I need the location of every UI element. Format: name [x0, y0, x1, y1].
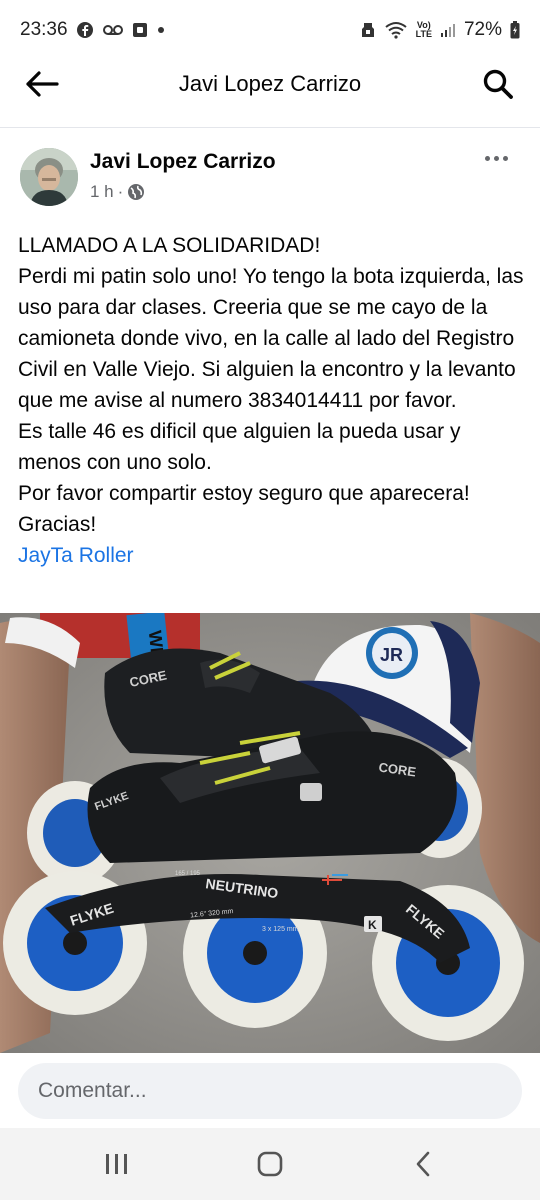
- post-meta: 1 h ·: [90, 182, 145, 202]
- page-link[interactable]: JayTa Roller: [18, 540, 134, 571]
- post-header: Javi Lopez Carrizo 1 h ·: [0, 140, 540, 220]
- post-line: Es talle 46 es dificil que alguien la pu…: [18, 420, 461, 474]
- status-time: 23:36: [20, 19, 68, 40]
- post-line: Perdi mi patin solo uno! Yo tengo la bot…: [18, 265, 524, 412]
- dot-icon: [156, 25, 166, 35]
- wifi-icon: [384, 21, 408, 39]
- more-dot: [502, 155, 508, 161]
- signal-icon: [440, 22, 456, 38]
- more-options-button[interactable]: [478, 146, 514, 170]
- status-left: 23:36: [20, 19, 166, 41]
- frame-spec-2: 3 x 125 mm: [262, 926, 299, 933]
- post-line: LLAMADO A LA SOLIDARIDAD!: [18, 234, 321, 257]
- post-line: Por favor compartir estoy seguro que apa…: [18, 482, 470, 536]
- post-author[interactable]: Javi Lopez Carrizo: [90, 150, 276, 174]
- recent-apps-button[interactable]: [87, 1134, 147, 1194]
- search-button[interactable]: [478, 64, 518, 104]
- comment-area: [0, 1053, 540, 1128]
- battery-percent: 72%: [463, 19, 502, 40]
- arrow-left-icon: [26, 71, 59, 97]
- comment-input[interactable]: [18, 1063, 522, 1119]
- status-bar: 23:36 Vo) LTE 72%: [0, 0, 540, 60]
- more-dot: [493, 155, 499, 161]
- avatar[interactable]: [20, 148, 78, 206]
- network-label: Vo) LTE: [416, 21, 432, 39]
- home-icon: [257, 1151, 283, 1177]
- header-divider: [0, 127, 540, 128]
- page-title: Javi Lopez Carrizo: [178, 71, 362, 96]
- facebook-icon: [76, 21, 94, 39]
- alarm-icon: [360, 21, 376, 39]
- network-label-bottom: LTE: [415, 29, 432, 39]
- more-horizontal-icon: [484, 155, 490, 161]
- back-button[interactable]: [22, 64, 62, 104]
- voicemail-icon: [102, 23, 124, 37]
- cap-logo: JR: [380, 645, 403, 665]
- system-back-button[interactable]: [393, 1134, 453, 1194]
- post-photo[interactable]: WE JR CORE CORE FLYKE FLYKE NEUTRINO 12.…: [0, 613, 540, 1053]
- battery-icon: [510, 21, 520, 39]
- home-button[interactable]: [240, 1134, 300, 1194]
- post-text: LLAMADO A LA SOLIDARIDAD! Perdi mi patin…: [18, 230, 528, 571]
- search-icon: [483, 69, 513, 99]
- frame-size: 165 / 195: [175, 871, 201, 877]
- recent-apps-icon: [105, 1154, 127, 1174]
- app-header: Javi Lopez Carrizo: [0, 60, 540, 108]
- system-nav-bar: [0, 1128, 540, 1200]
- back-chevron-icon: [417, 1151, 430, 1177]
- frame-badge: K: [368, 918, 377, 932]
- globe-icon: [128, 184, 145, 200]
- meta-separator: ·: [117, 182, 124, 201]
- post-time[interactable]: 1 h: [90, 182, 114, 202]
- notification-icon: [132, 22, 148, 38]
- status-right: Vo) LTE 72%: [360, 19, 520, 41]
